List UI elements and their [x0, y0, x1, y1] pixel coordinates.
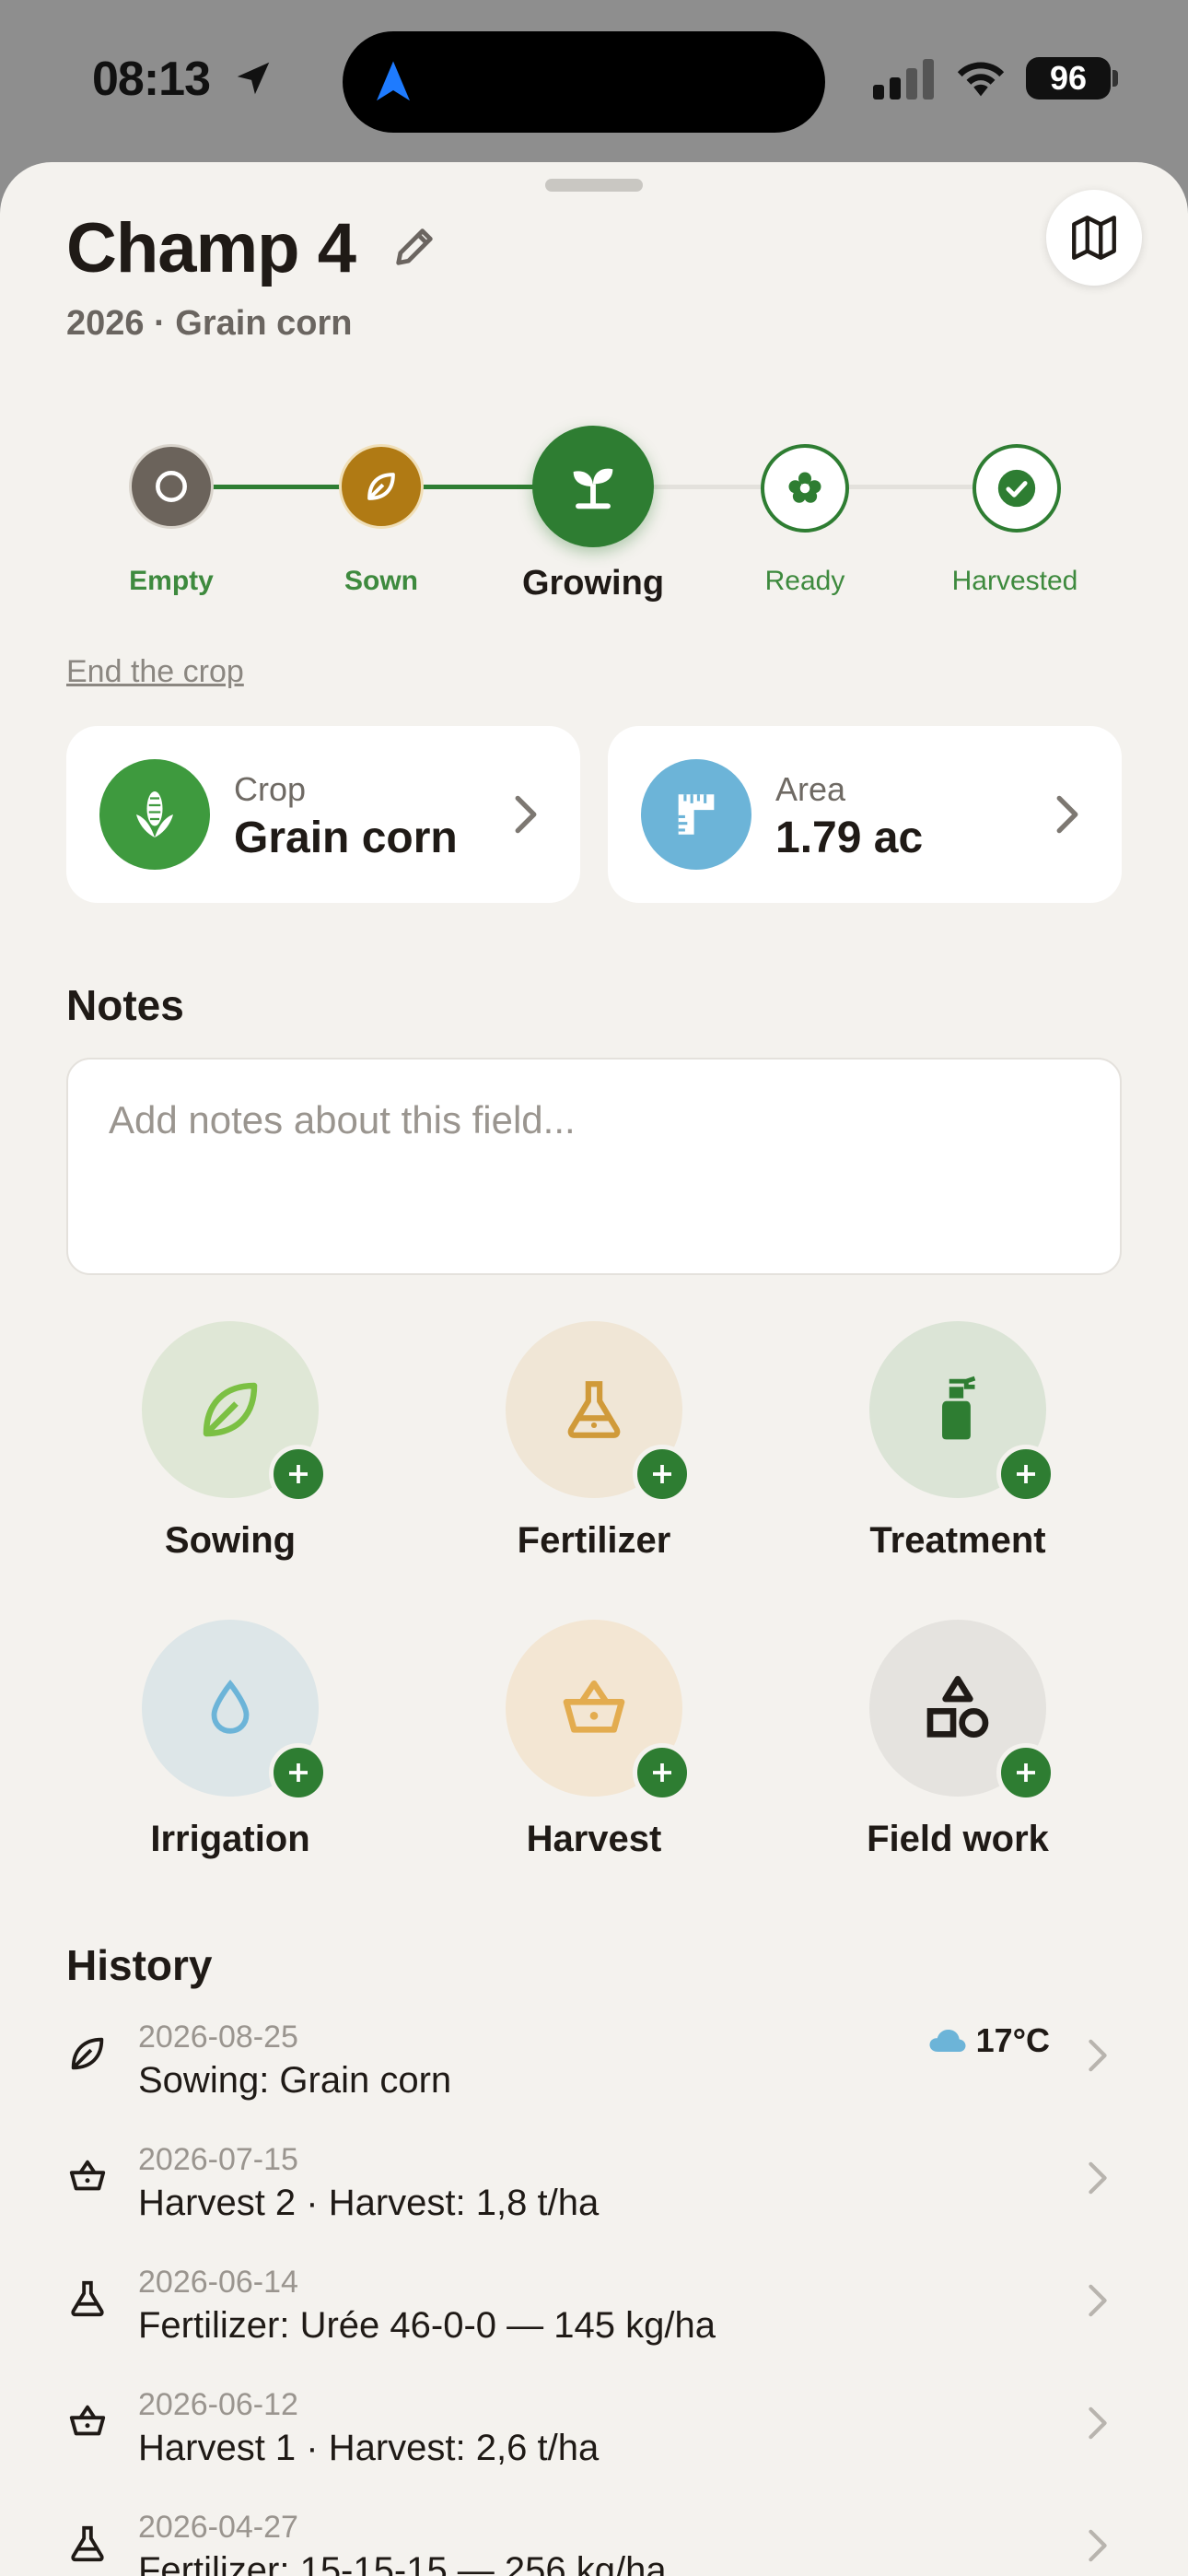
- treatment-label: Treatment: [869, 1520, 1046, 1561]
- plus-icon: [269, 1445, 328, 1504]
- history-text: Harvest 2 · Harvest: 1,8 t/ha: [138, 2183, 600, 2223]
- history-text: Harvest 1 · Harvest: 2,6 t/ha: [138, 2428, 600, 2468]
- sowing-label: Sowing: [164, 1520, 297, 1561]
- area-card-value: 1.79 ac: [775, 814, 924, 862]
- history-item[interactable]: 2026-06-14 Fertilizer: Urée 46-0-0 — 145…: [66, 2265, 1122, 2386]
- fertilizer-action[interactable]: Fertilizer: [413, 1321, 708, 1598]
- sprout-icon: [573, 468, 613, 509]
- crop-card-icon: [99, 759, 210, 870]
- fertilizer-label: Fertilizer: [517, 1520, 671, 1561]
- area-card-icon: [641, 759, 751, 870]
- crop-card-value: Grain corn: [234, 814, 458, 862]
- stage-empty[interactable]: [129, 444, 214, 529]
- weather-temperature: 17°C: [975, 2021, 1050, 2059]
- flask-icon: [567, 1381, 621, 1438]
- stage-harvested[interactable]: [973, 444, 1061, 533]
- map-icon: [1072, 216, 1116, 260]
- history-text: Fertilizer: 15-15-15 — 256 kg/ha: [138, 2550, 667, 2576]
- basket-icon: [69, 2160, 106, 2191]
- sheet-grabber[interactable]: [545, 179, 643, 192]
- treatment-action[interactable]: Treatment: [777, 1321, 1072, 1598]
- map-button[interactable]: [1046, 190, 1142, 286]
- stage-ready[interactable]: [761, 444, 849, 533]
- wifi-icon: [957, 62, 1005, 97]
- harvest-action[interactable]: Harvest: [413, 1620, 708, 1896]
- battery-indicator: 96: [1026, 57, 1111, 100]
- notes-title: Notes: [66, 981, 184, 1029]
- cellular-signal-icon: [873, 59, 934, 100]
- history-date: 2026-07-15: [138, 2142, 298, 2177]
- history-date: 2026-06-14: [138, 2265, 298, 2300]
- chevron-right-icon: [1089, 2039, 1107, 2072]
- irrigation-label: Irrigation: [150, 1819, 310, 1859]
- history-date: 2026-04-27: [138, 2510, 298, 2545]
- area-card-label: Area: [775, 770, 846, 808]
- checkmark-circle-icon: [997, 469, 1036, 508]
- crop-card-label: Crop: [234, 770, 307, 808]
- history-item[interactable]: 2026-08-25 Sowing: Grain corn 17°C: [66, 2020, 1122, 2141]
- status-bar: 08:13 96: [0, 0, 1188, 162]
- crop-card[interactable]: Crop Grain corn: [66, 726, 580, 903]
- flower-icon: [788, 472, 821, 503]
- history-item[interactable]: 2026-07-15 Harvest 2 · Harvest: 1,8 t/ha: [66, 2142, 1122, 2264]
- weather-badge: 17°C: [928, 2021, 1050, 2060]
- plus-icon: [633, 1445, 692, 1504]
- status-time: 08:13: [92, 53, 211, 106]
- area-card[interactable]: Area 1.79 ac: [608, 726, 1122, 903]
- shapes-icon: [926, 1676, 989, 1738]
- navigation-arrow-icon: [377, 61, 410, 101]
- basket-icon: [563, 1680, 625, 1733]
- stage-label-empty: Empty: [129, 566, 214, 596]
- plus-icon: [633, 1743, 692, 1802]
- harvest-label: Harvest: [526, 1819, 662, 1859]
- history-date: 2026-08-25: [138, 2020, 298, 2055]
- irrigation-action[interactable]: Irrigation: [50, 1620, 344, 1896]
- spray-bottle-icon: [942, 1376, 976, 1440]
- plus-icon: [996, 1445, 1055, 1504]
- end-crop-link[interactable]: End the crop: [66, 654, 244, 690]
- field-title: Champ 4: [66, 209, 356, 287]
- droplet-icon: [211, 1680, 250, 1734]
- flask-icon: [71, 2525, 104, 2562]
- basket-icon: [69, 2405, 106, 2436]
- chevron-right-icon: [1089, 2529, 1107, 2562]
- field-subtitle: 2026 · Grain corn: [66, 304, 353, 343]
- flask-icon: [71, 2280, 104, 2317]
- corn-icon: [136, 791, 173, 837]
- history-text: Sowing: Grain corn: [138, 2060, 452, 2101]
- plus-icon: [996, 1743, 1055, 1802]
- history-title: History: [66, 1941, 213, 1989]
- plus-icon: [269, 1743, 328, 1802]
- chevron-right-icon: [1089, 2161, 1107, 2195]
- field-work-label: Field work: [867, 1819, 1049, 1859]
- leaf-icon: [367, 473, 395, 500]
- history-date: 2026-06-12: [138, 2387, 298, 2422]
- field-detail-sheet: Champ 4 2026 · Grain corn Empty Sown Gro…: [0, 162, 1188, 2576]
- stage-label-growing: Growing: [521, 564, 665, 603]
- battery-nub: [1112, 70, 1118, 87]
- chevron-right-icon: [1089, 2284, 1107, 2317]
- leaf-icon: [71, 2037, 104, 2070]
- notes-input[interactable]: Add notes about this field...: [66, 1058, 1122, 1275]
- stage-label-ready: Ready: [764, 566, 845, 596]
- history-item[interactable]: 2026-06-12 Harvest 1 · Harvest: 2,6 t/ha: [66, 2387, 1122, 2509]
- sowing-action[interactable]: Sowing: [50, 1321, 344, 1598]
- circle-icon: [156, 471, 187, 502]
- chevron-right-icon: [515, 795, 537, 834]
- stage-growing[interactable]: [532, 426, 654, 547]
- notes-placeholder: Add notes about this field...: [109, 1098, 576, 1142]
- chevron-right-icon: [1056, 795, 1078, 834]
- pencil-icon[interactable]: [390, 223, 438, 271]
- history-item[interactable]: 2026-04-27 Fertilizer: 15-15-15 — 256 kg…: [66, 2510, 1122, 2576]
- ruler-icon: [678, 794, 715, 835]
- location-arrow-icon: [237, 62, 270, 95]
- field-work-action[interactable]: Field work: [777, 1620, 1072, 1896]
- stage-sown[interactable]: [339, 444, 424, 529]
- history-text: Fertilizer: Urée 46-0-0 — 145 kg/ha: [138, 2305, 716, 2346]
- stage-label-harvested: Harvested: [951, 566, 1078, 596]
- cloud-icon: [929, 2030, 966, 2052]
- stage-label-sown: Sown: [344, 566, 418, 596]
- leaf-icon: [203, 1382, 258, 1437]
- chevron-right-icon: [1089, 2406, 1107, 2440]
